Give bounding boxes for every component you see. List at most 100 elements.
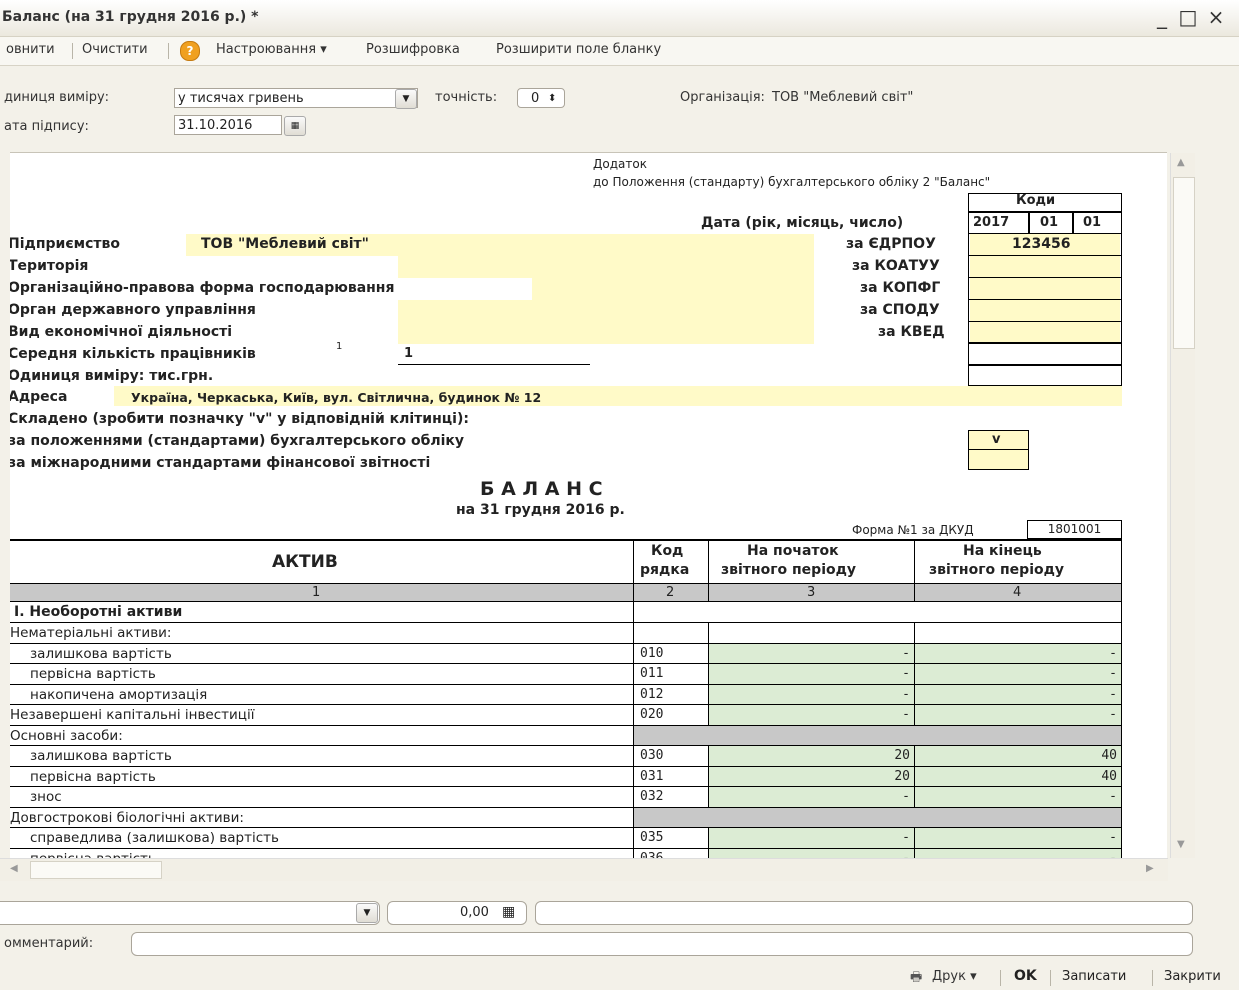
spodu-code-cell[interactable] xyxy=(970,300,1120,322)
help-icon[interactable]: ? xyxy=(180,41,200,61)
date-year: 2017 xyxy=(973,215,1010,230)
legal-form-field[interactable] xyxy=(532,278,814,300)
row-end-value: - xyxy=(1109,707,1117,722)
row-code: 012 xyxy=(640,686,664,702)
row-start-cell[interactable]: - xyxy=(709,643,915,664)
ok-button[interactable]: OK xyxy=(1014,968,1037,984)
col-number-1-label: 1 xyxy=(312,585,321,600)
appendix-line-1: Додаток xyxy=(593,157,647,171)
row-end-cell[interactable]: - xyxy=(915,684,1122,705)
scroll-up-icon[interactable]: ▲ xyxy=(1177,157,1185,168)
row-end-value: - xyxy=(1109,666,1117,681)
row-end-cell[interactable]: - xyxy=(915,643,1122,664)
vertical-scrollbar[interactable]: ▲ ▼ xyxy=(1170,153,1195,858)
decode-button[interactable]: Розшифровка xyxy=(366,42,460,57)
legal-form-label: Організаційно-правова форма господарюван… xyxy=(10,280,395,296)
row-code-cell: 012 xyxy=(634,684,709,705)
balance-form-sheet: Додаток до Положення (стандарту) бухгалт… xyxy=(10,152,1167,859)
expand-form-button[interactable]: Розширити поле бланку xyxy=(496,42,661,57)
document-text-field[interactable] xyxy=(535,901,1193,925)
row-end-cell[interactable]: - xyxy=(915,787,1122,808)
printer-icon[interactable]: 🖶 xyxy=(910,968,922,990)
clear-button[interactable]: Очистити xyxy=(82,42,148,57)
hscroll-thumb[interactable] xyxy=(30,861,162,879)
scroll-down-icon[interactable]: ▼ xyxy=(1177,839,1185,850)
header-code-line2: рядка xyxy=(640,562,690,578)
sign-date-field[interactable]: 31.10.2016 xyxy=(174,115,282,135)
row-code: 011 xyxy=(640,666,664,681)
row-group-fill xyxy=(634,807,1122,828)
row-start-value: 20 xyxy=(894,768,910,784)
row-label-cell: залишкова вартість xyxy=(10,746,634,767)
close-window-button[interactable]: × xyxy=(1204,4,1228,30)
horizontal-scrollbar[interactable]: ◀ ▶ xyxy=(0,858,1168,881)
activity-field[interactable] xyxy=(398,322,814,344)
row-start-cell[interactable]: - xyxy=(709,828,915,849)
maximize-button[interactable]: □ xyxy=(1176,4,1200,30)
chevron-down-icon[interactable]: ▼ xyxy=(356,903,378,923)
header-code: Код рядка xyxy=(634,540,709,584)
row-end-cell[interactable]: - xyxy=(915,828,1122,849)
header-start-line2: звітного періоду xyxy=(721,562,857,578)
row-start-cell[interactable]: - xyxy=(709,705,915,726)
row-start-cell[interactable]: 20 xyxy=(709,746,915,767)
spinner-icon[interactable]: ⬍ xyxy=(548,89,556,107)
row-label-cell: Довгострокові біологічні активи: xyxy=(10,807,634,828)
unit-select[interactable]: у тисячах гривень xyxy=(174,88,418,108)
scroll-thumb[interactable] xyxy=(1173,177,1195,349)
comment-input[interactable] xyxy=(131,932,1193,956)
amount-field[interactable]: 0,00 ▦ xyxy=(387,901,527,925)
enterprise-label: Підприємство xyxy=(10,236,120,252)
col-number-4-label: 4 xyxy=(1013,585,1022,600)
row-start-cell[interactable]: - xyxy=(709,684,915,705)
precision-stepper[interactable]: 0 ⬍ xyxy=(517,88,565,108)
chevron-down-icon[interactable]: ▼ xyxy=(395,89,417,109)
territory-field[interactable] xyxy=(398,256,814,278)
kopfg-code-cell[interactable] xyxy=(970,278,1120,300)
row-label-cell: накопичена амортизація xyxy=(10,684,634,705)
row-code-cell: 030 xyxy=(634,746,709,767)
calculator-icon[interactable]: ▦ xyxy=(502,904,515,920)
scroll-left-icon[interactable]: ◀ xyxy=(10,863,18,874)
row-label-cell: первісна вартість xyxy=(10,766,634,787)
fill-button[interactable]: овнити xyxy=(6,42,55,57)
row-code: 035 xyxy=(640,830,664,845)
employees-value: 1 xyxy=(404,346,414,361)
row-end-cell[interactable]: 40 xyxy=(915,766,1122,787)
responsible-select[interactable] xyxy=(0,901,380,925)
row-end-cell[interactable]: 40 xyxy=(915,746,1122,767)
row-start-value: - xyxy=(902,645,910,661)
minimize-button[interactable]: _ xyxy=(1150,4,1174,30)
header-end: На кінець звітного періоду xyxy=(915,540,1122,584)
date-month: 01 xyxy=(1040,215,1059,230)
employees-footnote: 1 xyxy=(336,341,343,352)
row-end-cell[interactable]: - xyxy=(915,705,1122,726)
save-button[interactable]: Записати xyxy=(1062,969,1126,984)
header-asset: АКТИВ xyxy=(10,540,634,584)
employees-label: Середня кількість працівників xyxy=(10,346,256,362)
kved-label: за КВЕД xyxy=(878,324,945,340)
gov-body-label: Орган державного управління xyxy=(10,302,256,318)
calendar-icon[interactable]: ▦ xyxy=(284,116,306,136)
row-code: 030 xyxy=(640,748,664,763)
scroll-right-icon[interactable]: ▶ xyxy=(1146,863,1154,874)
standards-mark[interactable]: v xyxy=(992,432,1000,447)
col-number-3-label: 3 xyxy=(807,585,816,600)
row-start-cell[interactable]: - xyxy=(709,787,915,808)
toolbar-separator xyxy=(168,43,169,59)
settings-menu[interactable]: Настроювання ▾ xyxy=(216,42,327,57)
row-label: справедлива (залишкова) вартість xyxy=(30,830,279,846)
col-number-3: 3 xyxy=(709,584,915,602)
edrpou-value: 123456 xyxy=(1012,236,1071,252)
print-button[interactable]: Друк ▾ xyxy=(932,969,977,984)
koatuu-code-cell[interactable] xyxy=(970,256,1120,278)
row-end-cell[interactable]: - xyxy=(915,664,1122,685)
divider xyxy=(968,277,1122,278)
row-code: 031 xyxy=(640,768,664,784)
gov-body-field[interactable] xyxy=(398,300,814,322)
row-code-cell: 011 xyxy=(634,664,709,685)
kved-code-cell[interactable] xyxy=(970,322,1120,342)
row-start-cell[interactable]: - xyxy=(709,664,915,685)
close-button[interactable]: Закрити xyxy=(1164,969,1221,984)
row-start-cell[interactable]: 20 xyxy=(709,766,915,787)
